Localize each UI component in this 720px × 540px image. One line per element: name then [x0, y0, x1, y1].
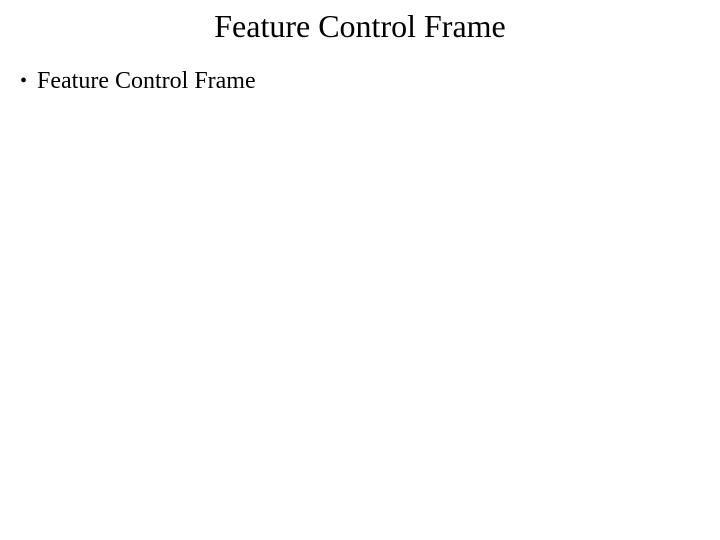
slide-title: Feature Control Frame [0, 8, 720, 45]
bullet-icon: • [20, 67, 27, 95]
bullet-text: Feature Control Frame [37, 67, 256, 96]
slide: Feature Control Frame • Feature Control … [0, 0, 720, 540]
bullet-list: • Feature Control Frame [0, 67, 720, 96]
list-item: • Feature Control Frame [20, 67, 720, 96]
